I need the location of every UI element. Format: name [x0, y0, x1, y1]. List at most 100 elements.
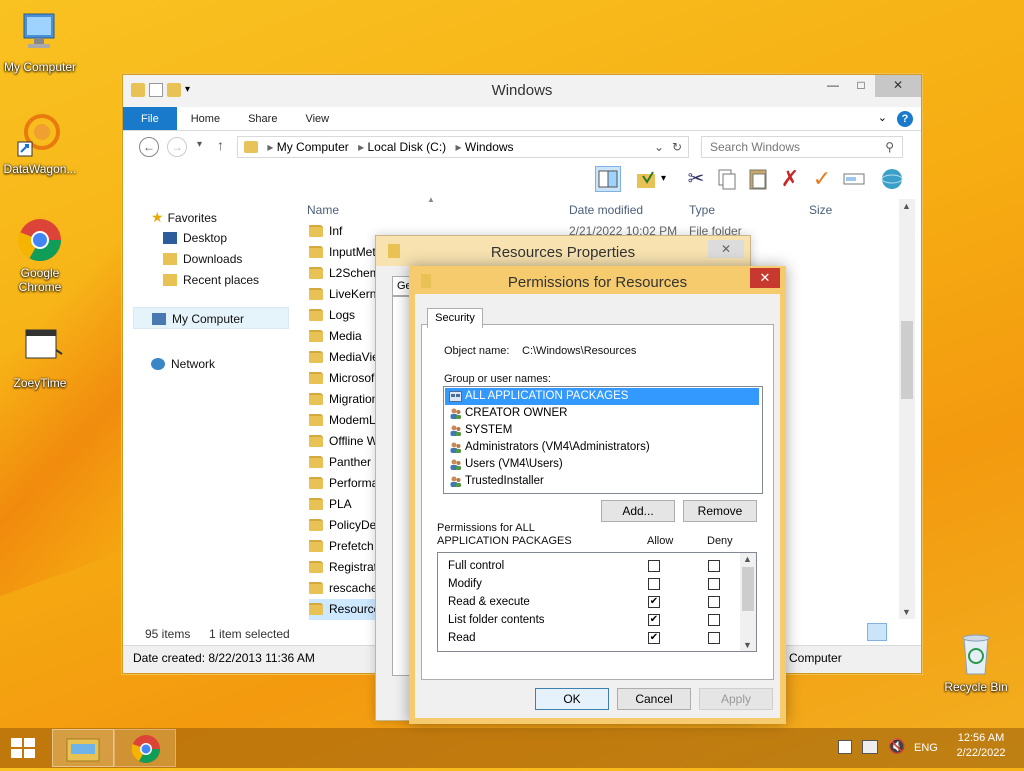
desktop-icon-my-computer[interactable]: My Computer	[0, 10, 80, 74]
allow-checkbox[interactable]: ✔	[648, 632, 660, 644]
taskbar-file-explorer[interactable]	[52, 729, 114, 767]
column-header-date[interactable]: Date modified	[569, 203, 643, 217]
list-item[interactable]: Logs	[309, 305, 355, 326]
list-item[interactable]: Migration	[309, 389, 378, 410]
large-icons-view-icon[interactable]	[891, 623, 911, 641]
list-item[interactable]: Performa	[309, 473, 378, 494]
list-item[interactable]: Panther	[309, 452, 371, 473]
list-item[interactable]: rescache	[309, 578, 378, 599]
forward-button[interactable]: →	[167, 137, 187, 157]
cancel-button[interactable]: Cancel	[617, 688, 691, 710]
ok-button[interactable]: OK	[535, 688, 609, 710]
cut-icon[interactable]: ✂	[683, 166, 709, 192]
desktop-icon-google-chrome[interactable]: Google Chrome	[0, 216, 80, 294]
tab-security[interactable]: Security	[427, 308, 483, 328]
list-item[interactable]: MediaVie	[309, 347, 379, 368]
nav-recent-places[interactable]: Recent places	[163, 273, 259, 287]
tab-file[interactable]: File	[123, 107, 177, 130]
list-item[interactable]: Media	[309, 326, 362, 347]
network-status-icon[interactable]	[862, 740, 878, 754]
volume-muted-icon[interactable]: 🔇	[888, 738, 905, 755]
expand-ribbon-icon[interactable]: ⌄	[878, 111, 887, 127]
help-icon[interactable]: ?	[897, 111, 913, 127]
allow-checkbox[interactable]: ✔	[648, 614, 660, 626]
add-button[interactable]: Add...	[601, 500, 675, 522]
scroll-down-icon[interactable]: ▼	[743, 640, 752, 650]
list-item[interactable]: Prefetch	[309, 536, 374, 557]
nav-desktop[interactable]: Desktop	[163, 231, 227, 245]
back-button[interactable]: ←	[139, 137, 159, 157]
nav-favorites[interactable]: ★ Favorites	[151, 209, 217, 226]
list-item[interactable]: Offline W	[309, 431, 378, 452]
allow-checkbox[interactable]	[648, 560, 660, 572]
column-header-name[interactable]: Name	[307, 203, 339, 217]
desktop-icon-recycle-bin[interactable]: Recycle Bin	[936, 630, 1016, 694]
list-item[interactable]: InputMet	[309, 242, 376, 263]
rename-icon[interactable]	[841, 166, 867, 192]
nav-network[interactable]: Network	[151, 357, 215, 371]
list-item[interactable]: PolicyDef	[309, 515, 380, 536]
copy-icon[interactable]	[713, 166, 739, 192]
deny-checkbox[interactable]	[708, 632, 720, 644]
deny-checkbox[interactable]	[708, 560, 720, 572]
user-list-item[interactable]: Users (VM4\Users)	[445, 456, 759, 473]
search-input[interactable]: Search Windows ⚲	[701, 136, 903, 158]
properties-close-button[interactable]: ✕	[708, 240, 744, 258]
breadcrumb-local-disk[interactable]: Local Disk (C:)	[367, 140, 446, 154]
deny-checkbox[interactable]	[708, 614, 720, 626]
list-item[interactable]: LiveKerne	[309, 284, 383, 305]
scrollbar-thumb[interactable]	[742, 567, 754, 611]
desktop-icon-datawagon[interactable]: DataWagon...	[0, 112, 80, 176]
taskbar-chrome[interactable]	[114, 729, 176, 767]
allow-checkbox[interactable]	[648, 578, 660, 590]
up-button[interactable]: ↑	[217, 137, 224, 153]
checkmark-icon[interactable]: ✓	[809, 166, 835, 192]
user-list-item[interactable]: Administrators (VM4\Administrators)	[445, 439, 759, 456]
apply-button[interactable]: Apply	[699, 688, 773, 710]
user-list-item[interactable]: ALL APPLICATION PACKAGES	[445, 388, 759, 405]
network-globe-icon[interactable]	[879, 166, 905, 192]
paste-icon[interactable]	[745, 166, 771, 192]
close-button[interactable]: ✕	[750, 268, 780, 288]
details-view-icon[interactable]	[867, 623, 887, 641]
list-item[interactable]: ModemL	[309, 410, 376, 431]
minimize-button[interactable]: —	[819, 75, 847, 97]
deny-checkbox[interactable]	[708, 596, 720, 608]
list-item[interactable]: Registrat	[309, 557, 377, 578]
scroll-down-icon[interactable]: ▼	[902, 607, 911, 617]
desktop-icon-zoeytime[interactable]: ZoeyTime	[0, 326, 80, 390]
nav-my-computer[interactable]: My Computer	[133, 307, 289, 329]
tab-view[interactable]: View	[291, 107, 343, 130]
scroll-up-icon[interactable]: ▲	[743, 554, 752, 564]
address-bar[interactable]: ▸ My Computer ▸ Local Disk (C:) ▸ Window…	[237, 136, 689, 158]
breadcrumb-windows[interactable]: Windows	[465, 140, 514, 154]
refresh-icon[interactable]: ↻	[672, 137, 682, 157]
nav-downloads[interactable]: Downloads	[163, 252, 242, 266]
column-header-type[interactable]: Type	[689, 203, 715, 217]
start-button[interactable]	[8, 736, 38, 760]
list-item[interactable]: L2Schem	[309, 263, 380, 284]
delete-icon[interactable]: ✗	[777, 166, 803, 192]
scroll-up-icon[interactable]: ▲	[902, 201, 911, 211]
address-dropdown-icon[interactable]: ⌄	[654, 137, 664, 157]
language-indicator[interactable]: ENG	[914, 742, 938, 754]
vertical-scrollbar[interactable]: ▲ ▼	[899, 199, 915, 619]
user-list-item[interactable]: CREATOR OWNER	[445, 405, 759, 422]
list-item[interactable]: PLA	[309, 494, 352, 515]
maximize-button[interactable]: □	[847, 75, 875, 97]
action-center-icon[interactable]	[838, 740, 852, 754]
preview-pane-icon[interactable]	[595, 166, 621, 192]
breadcrumb-my-computer[interactable]: My Computer	[277, 140, 349, 154]
remove-button[interactable]: Remove	[683, 500, 757, 522]
allow-checkbox[interactable]: ✔	[648, 596, 660, 608]
clock[interactable]: 12:56 AM 2/22/2022	[948, 732, 1014, 759]
column-header-size[interactable]: Size	[809, 203, 832, 217]
permissions-scrollbar[interactable]: ▲ ▼	[740, 553, 756, 651]
folder-options-icon[interactable]	[633, 166, 659, 192]
scrollbar-thumb[interactable]	[901, 321, 913, 399]
recent-locations-icon[interactable]: ▾	[197, 139, 202, 150]
deny-checkbox[interactable]	[708, 578, 720, 590]
user-list-item[interactable]: SYSTEM	[445, 422, 759, 439]
list-item[interactable]: Microsof	[309, 368, 374, 389]
tab-share[interactable]: Share	[234, 107, 291, 130]
